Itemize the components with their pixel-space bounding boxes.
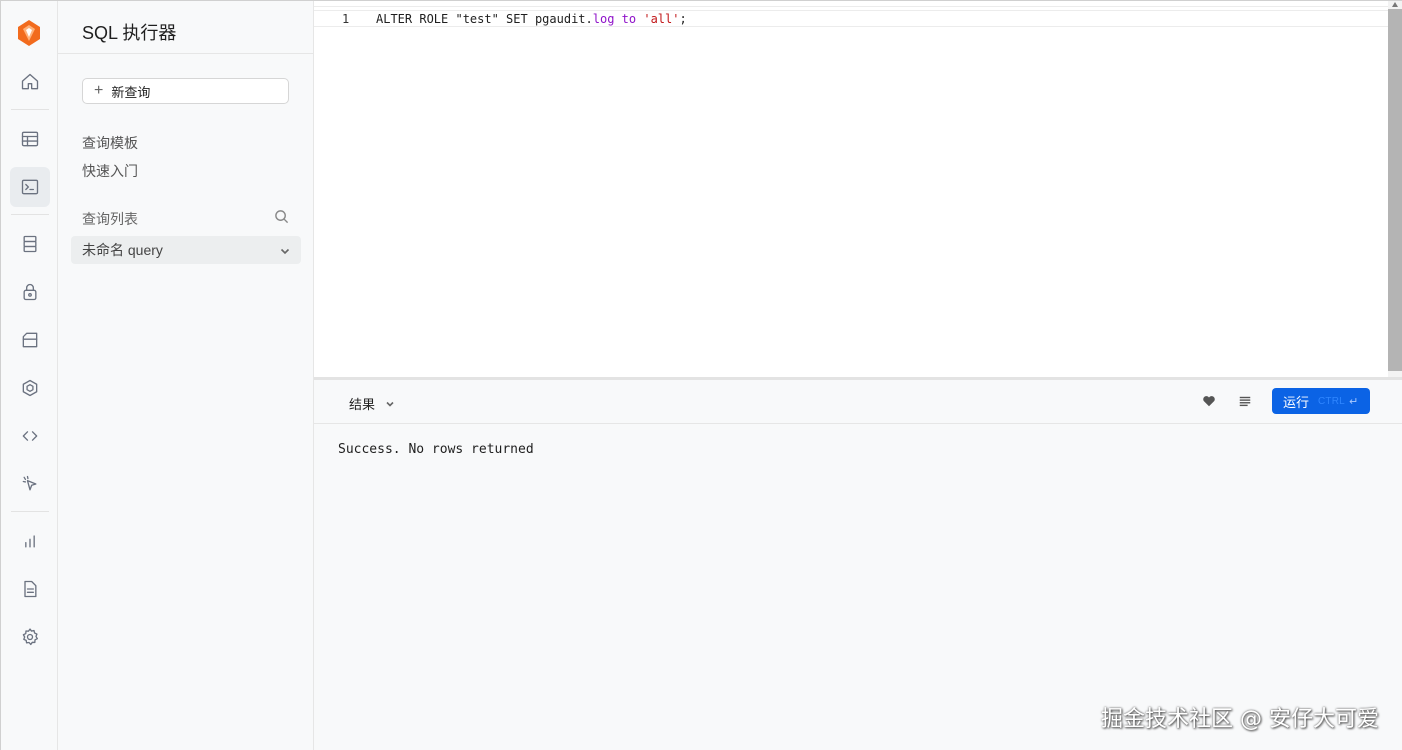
plus-icon: + — [94, 82, 104, 99]
enter-key-icon: ↵ — [1348, 395, 1359, 408]
align-lines-icon — [1239, 396, 1251, 407]
code-line[interactable]: ALTER ROLE "test" SET pgaudit.log to 'al… — [376, 12, 687, 26]
storage-archive-icon[interactable] — [10, 320, 50, 360]
code-text: ALTER ROLE "test" SET pgaudit. — [376, 12, 593, 26]
realtime-pointer-icon[interactable] — [10, 464, 50, 504]
code-keyword: log — [592, 12, 615, 26]
icon-rail — [1, 1, 58, 750]
results-tab-label: 结果 — [349, 397, 376, 412]
results-toolbar: 结果 运行 CTRL ↵ — [314, 380, 1402, 424]
heart-icon — [1203, 396, 1215, 407]
run-shortcut-hint: CTRL — [1318, 395, 1345, 407]
app-window: SQL 执行器 + 新查询 查询模板 快速入门 查询列表 未命名 query 1… — [0, 0, 1402, 750]
chevron-down-icon — [386, 401, 394, 407]
chevron-down-icon[interactable] — [279, 244, 291, 256]
app-logo-icon[interactable] — [16, 19, 42, 47]
sql-terminal-icon[interactable] — [10, 167, 50, 207]
auth-lock-icon[interactable] — [10, 272, 50, 312]
table-icon[interactable] — [10, 119, 50, 159]
run-button[interactable]: 运行 CTRL ↵ — [1272, 388, 1370, 414]
results-pane: 结果 运行 CTRL ↵ Success. No rows returned — [314, 377, 1402, 750]
database-icon[interactable] — [10, 224, 50, 264]
scroll-up-arrow-icon[interactable] — [1391, 1, 1399, 9]
query-item-label: 未命名 query — [82, 242, 163, 258]
code-string: 'all' — [643, 12, 680, 26]
query-list-header: 查询列表 — [82, 211, 138, 227]
search-icon[interactable] — [274, 209, 290, 225]
reports-bar-chart-icon[interactable] — [10, 521, 50, 561]
settings-gear-icon[interactable] — [10, 617, 50, 657]
code-text: ; — [679, 12, 687, 26]
results-tab[interactable]: 结果 — [349, 394, 395, 413]
home-icon[interactable] — [10, 62, 50, 102]
new-query-label: 新查询 — [111, 84, 151, 100]
code-keyword: to — [621, 12, 637, 26]
edge-function-icon[interactable] — [10, 368, 50, 408]
rail-divider — [11, 511, 49, 512]
result-message: Success. No rows returned — [338, 442, 534, 457]
watermark-text: 掘金技术社区 @ 安仔大可爱 — [1101, 707, 1379, 732]
favorite-heart-button[interactable] — [1202, 394, 1218, 410]
run-label: 运行 — [1283, 394, 1310, 410]
rail-divider — [11, 214, 49, 215]
format-sql-button[interactable] — [1238, 394, 1254, 410]
line-number: 1 — [342, 12, 350, 26]
query-list-item[interactable]: 未命名 query — [71, 236, 301, 264]
new-query-button[interactable]: + 新查询 — [82, 78, 289, 104]
link-query-templates[interactable]: 查询模板 — [82, 133, 138, 153]
rail-divider — [11, 109, 49, 110]
editor-scrollbar[interactable] — [1388, 1, 1402, 377]
page-title: SQL 执行器 — [58, 1, 313, 54]
sql-code-editor[interactable]: 1 ALTER ROLE "test" SET pgaudit.log to '… — [314, 1, 1402, 377]
editor-divider — [314, 6, 1388, 7]
logs-document-icon[interactable] — [10, 569, 50, 609]
api-code-icon[interactable] — [10, 416, 50, 456]
link-quick-start[interactable]: 快速入门 — [82, 161, 138, 181]
editor-scrollbar-thumb[interactable] — [1388, 9, 1402, 371]
sql-editor-sidebar: SQL 执行器 + 新查询 查询模板 快速入门 查询列表 未命名 query — [58, 1, 314, 750]
